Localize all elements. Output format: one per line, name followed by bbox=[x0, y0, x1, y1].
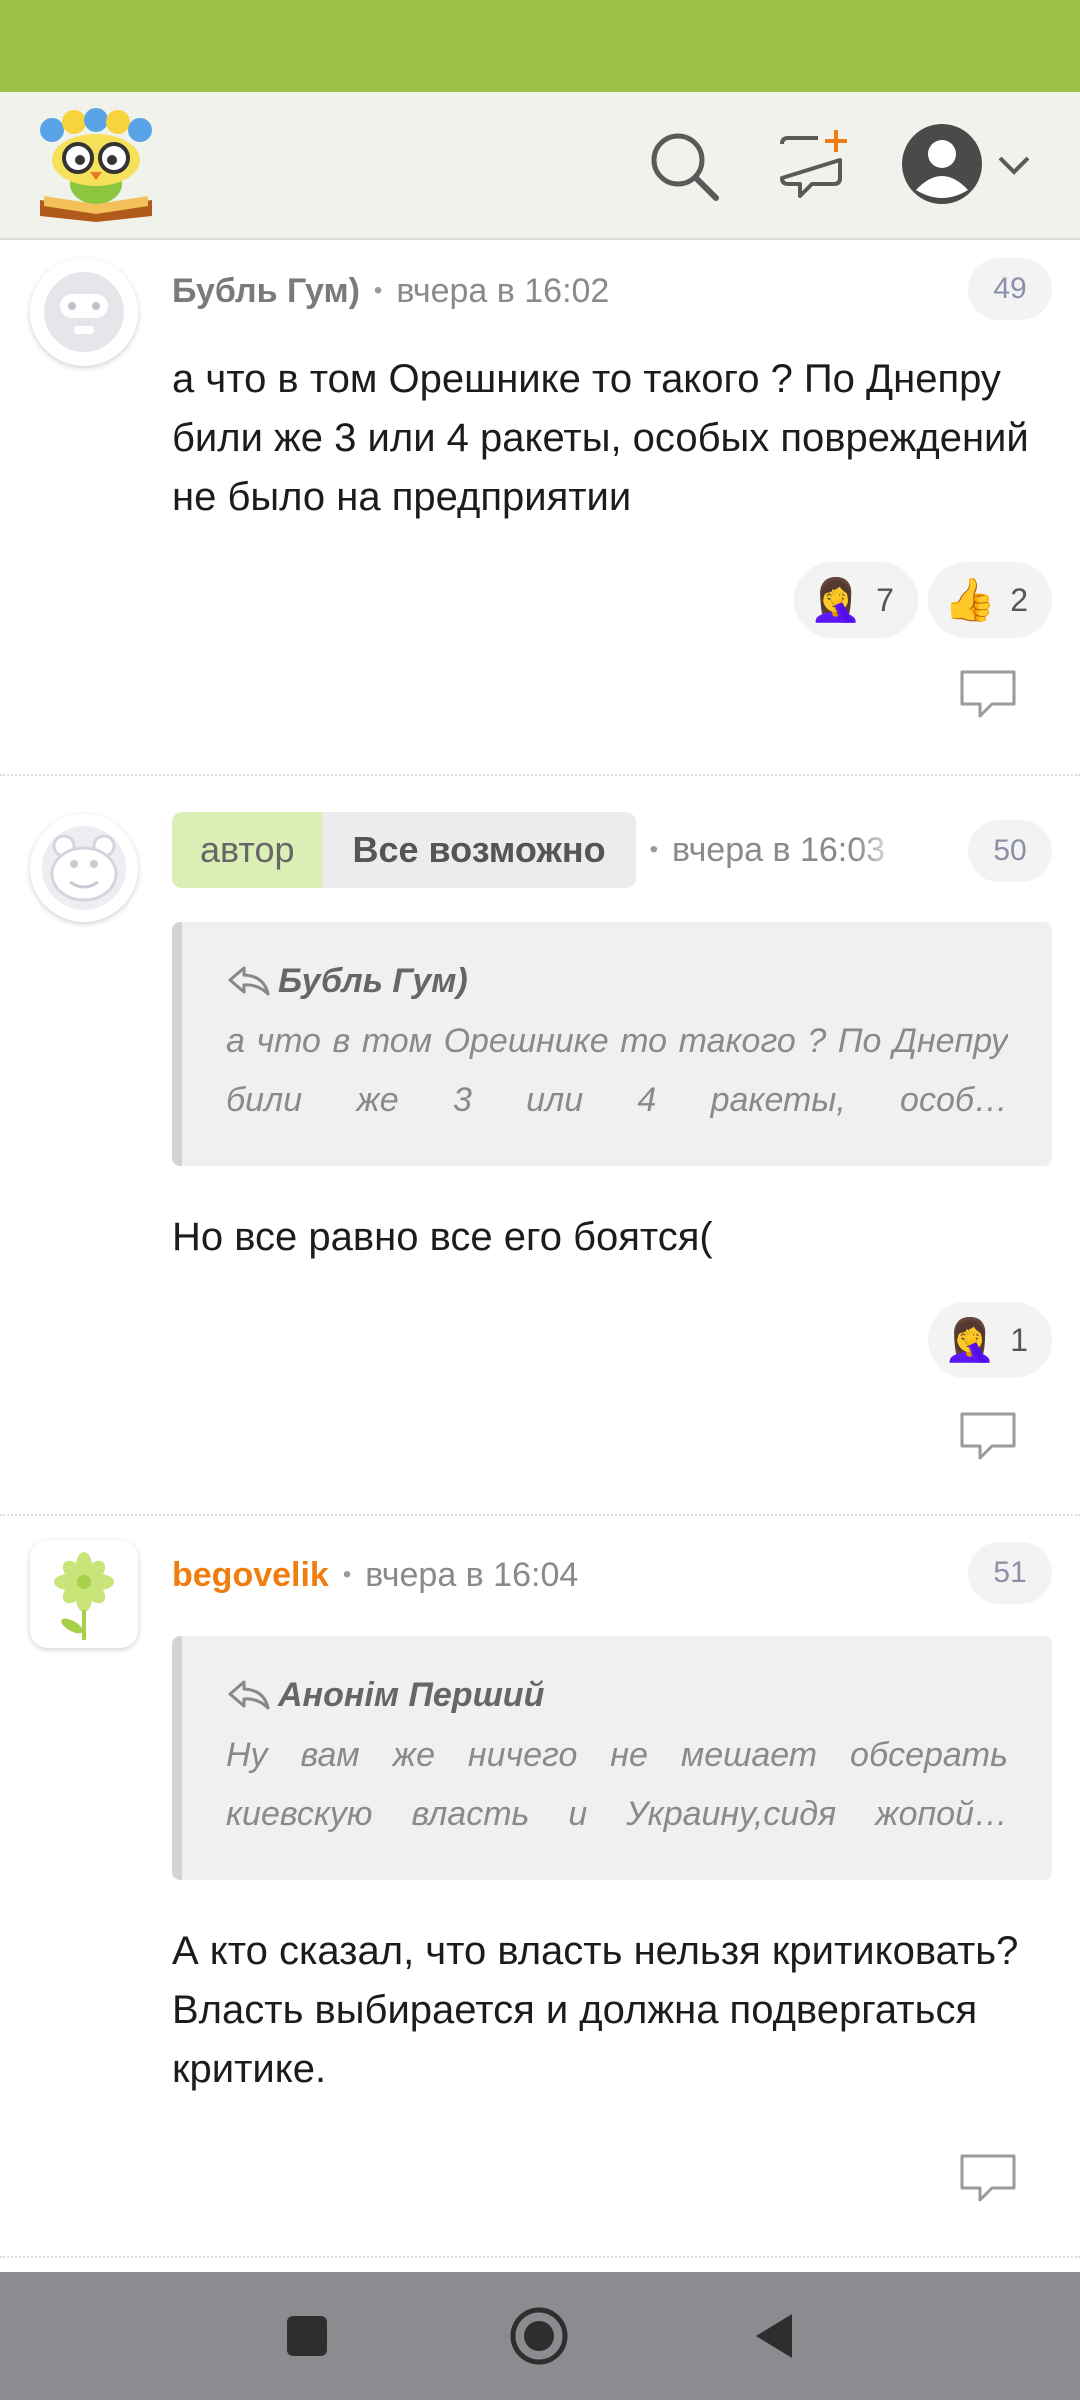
back-triangle-icon[interactable] bbox=[744, 2306, 804, 2366]
comment-meta: автор Все возможно • вчера в 16:03 bbox=[172, 812, 902, 888]
quote-block[interactable]: Анонім Перший Ну вам же ничего не мешает… bbox=[172, 1636, 1052, 1880]
quote-text: Ну вам же ничего не мешает обсерать киев… bbox=[226, 1736, 1008, 1833]
author-name[interactable]: Бубль Гум) bbox=[172, 272, 360, 311]
author-badge-group[interactable]: автор Все возможно bbox=[172, 812, 636, 888]
thumbs-up-emoji: 👍 bbox=[943, 576, 997, 623]
reaction-count: 1 bbox=[1010, 1321, 1028, 1358]
comment-number[interactable]: 50 bbox=[968, 820, 1052, 882]
comment-text: а что в том Орешнике то такого ? По Днеп… bbox=[172, 357, 1029, 519]
home-circle-icon[interactable] bbox=[509, 2306, 569, 2366]
comment-divider bbox=[0, 1514, 1080, 1516]
flower-avatar-icon[interactable] bbox=[30, 1540, 138, 1648]
comment-number[interactable]: 51 bbox=[968, 1542, 1052, 1604]
reaction-facepalm[interactable]: 🤦‍♀️ 7 bbox=[793, 562, 918, 638]
quote-author: Анонім Перший bbox=[226, 1672, 1008, 1718]
comment-meta: Бубль Гум) • вчера в 16:02 bbox=[172, 262, 609, 320]
comment-number[interactable]: 49 bbox=[968, 258, 1052, 320]
comment-time: вчера в 16:04 bbox=[365, 1555, 579, 1594]
reply-arrow-icon bbox=[228, 1680, 270, 1710]
reply-icon[interactable] bbox=[956, 2150, 1020, 2206]
comment-meta: begovelik • вчера в 16:04 bbox=[172, 1546, 578, 1604]
reaction-count: 2 bbox=[1010, 581, 1028, 618]
comment-time: вчера в 16:03 bbox=[672, 830, 886, 869]
book-owl-logo-icon[interactable] bbox=[34, 108, 158, 224]
separator-dot: • bbox=[649, 836, 659, 863]
profile-avatar-icon[interactable] bbox=[900, 122, 984, 206]
separator-dot: • bbox=[373, 277, 383, 304]
facepalm-emoji: 🤦‍♀️ bbox=[809, 576, 863, 623]
author-badge: автор bbox=[172, 812, 323, 888]
comment-text: Но все равно все его боятся( bbox=[172, 1215, 713, 1259]
system-nav-bar bbox=[0, 2272, 1080, 2400]
author-name[interactable]: begovelik bbox=[172, 1556, 329, 1595]
new-comment-icon[interactable] bbox=[774, 126, 854, 206]
app-header bbox=[0, 92, 1080, 240]
reactions: 🤦‍♀️ 7 👍 2 bbox=[793, 562, 1052, 638]
robot-avatar-icon[interactable] bbox=[30, 258, 138, 366]
quote-text: а что в том Орешнике то такого ? По Днеп… bbox=[226, 1022, 1008, 1119]
reactions: 🤦‍♀️ 1 bbox=[927, 1302, 1052, 1378]
reply-arrow-icon bbox=[228, 966, 270, 996]
reaction-thumbs-up[interactable]: 👍 2 bbox=[927, 562, 1052, 638]
search-icon[interactable] bbox=[644, 126, 724, 206]
separator-dot: • bbox=[342, 1561, 352, 1588]
reaction-count: 7 bbox=[876, 581, 894, 618]
reply-icon[interactable] bbox=[956, 666, 1020, 722]
comment-divider bbox=[0, 2256, 1080, 2258]
reaction-facepalm[interactable]: 🤦‍♀️ 1 bbox=[927, 1302, 1052, 1378]
hippo-avatar-icon[interactable] bbox=[30, 814, 138, 922]
quote-author-name: Анонім Перший bbox=[278, 1675, 545, 1714]
comment-text: А кто сказал, что власть нельзя критиков… bbox=[172, 1929, 1019, 2091]
author-name[interactable]: Все возможно bbox=[322, 812, 636, 888]
facepalm-emoji: 🤦‍♀️ bbox=[943, 1316, 997, 1363]
chevron-down-icon[interactable] bbox=[994, 144, 1034, 184]
status-bar bbox=[0, 0, 1080, 92]
quote-author-name: Бубль Гум) bbox=[278, 961, 468, 1000]
reply-icon[interactable] bbox=[956, 1408, 1020, 1464]
quote-block[interactable]: Бубль Гум) а что в том Орешнике то таког… bbox=[172, 922, 1052, 1166]
quote-author: Бубль Гум) bbox=[226, 958, 1008, 1004]
comment-time: вчера в 16:02 bbox=[396, 271, 610, 310]
comment-divider bbox=[0, 774, 1080, 776]
square-icon[interactable] bbox=[277, 2306, 337, 2366]
